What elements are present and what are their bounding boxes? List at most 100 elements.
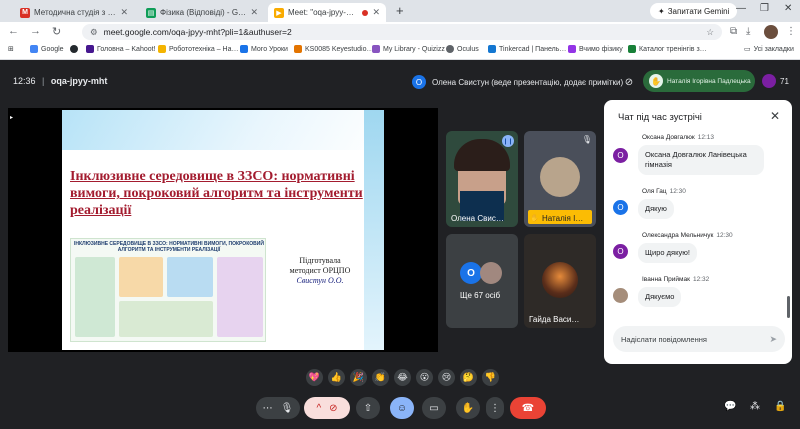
meet-top-bar: 12:36 | oqa-jpyy-mht О Олена Свистун (ве… — [0, 60, 800, 104]
chat-scrollbar[interactable] — [787, 296, 790, 318]
message-bubble: Дякуємо — [638, 287, 682, 307]
forward-icon[interactable]: → — [30, 25, 41, 37]
hide-self-view-icon[interactable]: ⊘ — [620, 73, 638, 91]
send-icon[interactable]: ➤ — [769, 334, 777, 345]
bookmarks-bar: ⊞ Google Головна – Kahoot! Робототехніка… — [0, 42, 800, 60]
new-tab-button[interactable]: + — [396, 3, 404, 18]
leave-call-button[interactable]: ☎ — [510, 397, 546, 419]
browser-tab-bar: M Методична студія з фізики - … ✕ ▤ Фізи… — [0, 0, 800, 22]
participant-avatar — [542, 262, 578, 298]
profile-avatar[interactable] — [764, 25, 778, 39]
chat-icon[interactable]: 💬 — [724, 401, 736, 412]
more-options-button[interactable]: ⋮ — [486, 397, 504, 419]
raise-hand-button[interactable]: ✋ — [456, 397, 480, 419]
bookmark-star-icon[interactable]: ☆ — [706, 27, 714, 38]
mic-off-icon: 🎙 — [581, 135, 592, 144]
participant-tile-1[interactable]: ❙❙ Олена Свис… — [446, 131, 518, 227]
reaction-sad-button[interactable]: 😢 — [438, 368, 455, 386]
slide-decor-side — [364, 110, 384, 350]
message-avatar — [613, 288, 628, 303]
bookmark-robotics[interactable]: Робототехніка – На… — [158, 45, 239, 53]
message-avatar: О — [613, 148, 628, 163]
apps-icon[interactable]: ⊞ — [8, 45, 14, 53]
more-avatar-photo — [480, 262, 502, 284]
participants-button[interactable]: 71 — [762, 74, 789, 88]
address-bar[interactable]: ⚙ meet.google.com/oqa-jpyy-mht?pli=1&aut… — [82, 24, 722, 40]
bookmark-trainings[interactable]: Каталог тренінгів з… — [628, 45, 707, 53]
slide-infographic: ІНКЛЮЗИВНЕ СЕРЕДОВИЩЕ В ЗЗСО: НОРМАТИВНІ… — [70, 238, 266, 342]
browser-tab-3[interactable]: ▶ Meet: "oqa-jpyy-mht" ✕ — [268, 3, 386, 22]
reload-icon[interactable]: ↻ — [52, 25, 61, 38]
sheets-icon: ▤ — [146, 7, 156, 18]
close-chat-icon[interactable]: ✕ — [770, 109, 780, 123]
bookmark-label: KS0085 Keyestudio… — [305, 45, 374, 53]
gemini-icon: ✦ — [658, 6, 665, 16]
byline-line: методист ОРЦПО — [289, 266, 351, 275]
reaction-clap-button[interactable]: 👏 — [372, 368, 389, 386]
extensions-icon[interactable]: ⧉ — [730, 26, 737, 37]
reaction-surprised-button[interactable]: 😮 — [416, 368, 433, 386]
menu-icon[interactable]: ⋮ — [786, 26, 796, 37]
tab-label: Meet: "oqa-jpyy-mht" — [288, 8, 359, 17]
reaction-heart-button[interactable]: 💖 — [306, 368, 323, 386]
bookmark-mozh[interactable]: Мого Уроки — [240, 45, 288, 53]
gmail-icon: M — [20, 7, 30, 18]
message-header: Івaнна Приймак 12:32 — [642, 276, 709, 283]
browser-tab-1[interactable]: M Методична студія з фізики - … ✕ — [14, 3, 134, 22]
bookmark-kahoot[interactable]: Головна – Kahoot! — [86, 45, 156, 53]
bookmark-label: My Library - Quizizz — [383, 45, 445, 53]
close-icon[interactable]: ✕ — [250, 7, 258, 18]
bookmark-quizizz[interactable]: My Library - Quizizz — [372, 45, 445, 53]
message-time: 12:30 — [716, 232, 733, 239]
all-bookmarks-label: Усі закладки — [753, 45, 794, 53]
camera-off-icon[interactable]: ⊘ — [329, 403, 337, 414]
gemini-button[interactable]: ✦ Запитати Gemini — [650, 3, 738, 19]
all-bookmarks[interactable]: ▭ Усі закладки — [744, 45, 794, 54]
site-info-icon[interactable]: ⚙ — [90, 27, 98, 38]
tab-label: Методична студія з фізики - … — [34, 8, 116, 17]
reaction-laugh-button[interactable]: 😂 — [394, 368, 411, 386]
downloads-icon[interactable]: ⤓ — [746, 26, 750, 37]
participant-name: Гайда Васи… — [529, 315, 580, 324]
window-close-icon[interactable]: ✕ — [784, 3, 792, 14]
present-button[interactable]: ⇧ — [356, 397, 380, 419]
bookmark-tinkercad[interactable]: Tinkercad | Панель… — [488, 45, 566, 53]
mic-control[interactable]: ⋯ 🎙 — [256, 397, 300, 419]
chevron-up-icon[interactable]: ^ — [316, 403, 321, 414]
camera-control[interactable]: ^ ⊘ — [304, 397, 350, 419]
minimize-icon[interactable]: — — [736, 3, 746, 14]
reaction-party-button[interactable]: 🎉 — [350, 368, 367, 386]
bookmark-keyestudio[interactable]: KS0085 Keyestudio… — [294, 45, 374, 53]
bookmark-oculus[interactable]: Oculus — [446, 45, 479, 53]
reaction-thumbs-up-button[interactable]: 👍 — [328, 368, 345, 386]
close-icon[interactable]: ✕ — [372, 7, 380, 18]
info-column — [167, 257, 213, 297]
participant-tile-2[interactable]: 🎙 ✋ Наталія І… — [524, 131, 596, 227]
captions-button[interactable]: ▭ — [422, 397, 446, 419]
restore-icon[interactable]: ❐ — [760, 3, 769, 14]
chat-input[interactable]: Надіслати повідомлення ➤ — [613, 326, 785, 352]
info-illustration — [119, 301, 213, 337]
bookmark-label: Oculus — [457, 45, 479, 53]
reactions-button[interactable]: ☺ — [390, 397, 414, 419]
browser-tab-2[interactable]: ▤ Фізика (Відповіді) - Google Таб… ✕ — [140, 3, 264, 22]
bookmark-google[interactable]: Google — [30, 45, 64, 53]
activities-icon[interactable]: ⁂ — [750, 401, 760, 412]
host-controls-icon[interactable]: 🔒 — [774, 401, 786, 412]
mic-icon[interactable]: 🎙 — [281, 403, 294, 414]
message-time: 12:30 — [669, 188, 686, 195]
bookmark-physics[interactable]: Вчимо фізику — [568, 45, 623, 53]
reaction-thinking-button[interactable]: 🤔 — [460, 368, 477, 386]
message-bubble: Оксана Довгалюк Ланівецька гімназія — [638, 145, 764, 175]
reaction-bar: 💖 👍 🎉 👏 😂 😮 😢 🤔 👎 — [306, 366, 499, 388]
participant-tile-4[interactable]: Гайда Васи… — [524, 234, 596, 328]
more-participants-tile[interactable]: О Ще 67 осіб — [446, 234, 518, 328]
more-audio-icon[interactable]: ⋯ — [263, 403, 273, 414]
separator: | — [42, 76, 45, 86]
raised-hand-indicator[interactable]: ✋ Наталія Ігорівна Падлецька — [643, 70, 755, 92]
back-icon[interactable]: ← — [8, 25, 19, 37]
message-author: Івaнна Приймак — [642, 276, 690, 283]
close-icon[interactable]: ✕ — [120, 7, 128, 18]
reaction-thumbs-down-button[interactable]: 👎 — [482, 368, 499, 386]
github-icon[interactable] — [70, 45, 78, 53]
